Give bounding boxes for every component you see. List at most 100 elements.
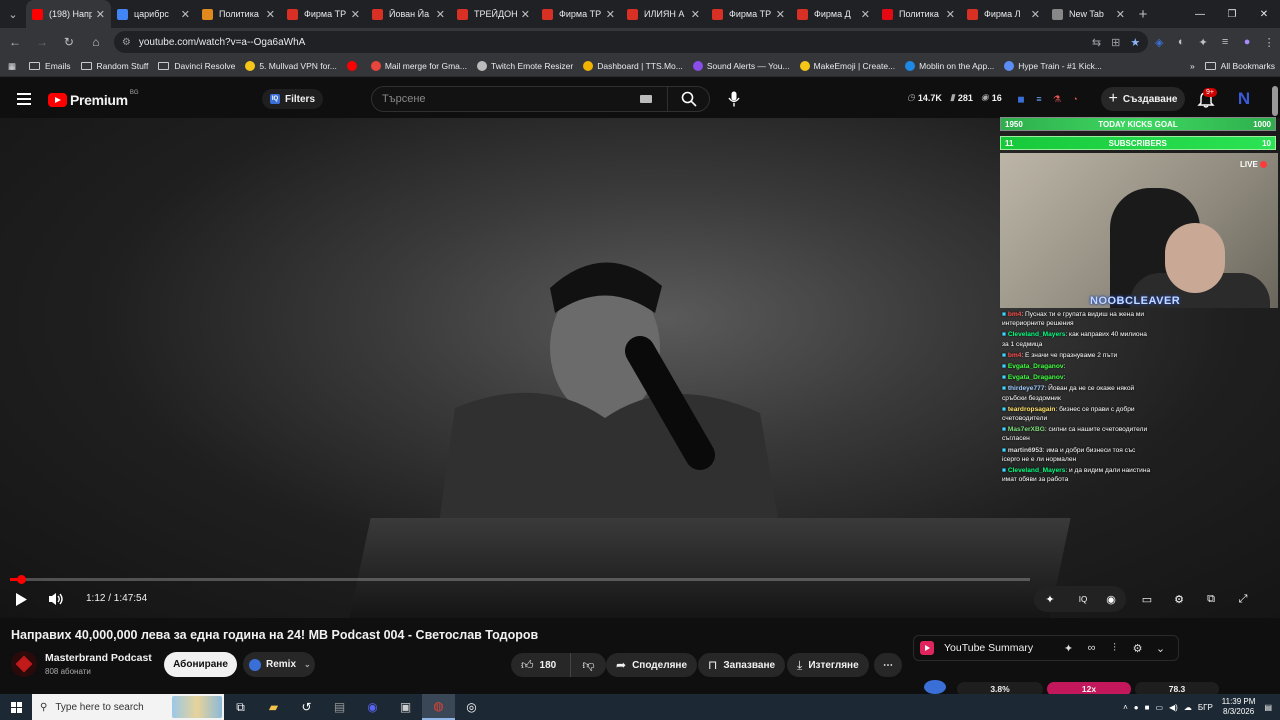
glasses-icon[interactable]: ∞ [1080,642,1103,655]
tab-search-button[interactable]: ⌄ [0,0,26,28]
clock[interactable]: 11:39 PM 8/3/2026 [1222,697,1256,717]
browser-tab[interactable]: Йован Йа ✕ [366,0,451,28]
app-icon[interactable]: ↺ [290,694,323,720]
channel-name[interactable]: Masterbrand Podcast [45,652,152,664]
close-tab-icon[interactable]: ✕ [946,8,955,21]
reload-icon[interactable]: ↻ [57,30,81,54]
forward-icon[interactable]: → [30,30,54,54]
bookmark-item[interactable]: 5. Mullvad VPN for... [240,56,341,77]
bookmark-item[interactable]: Random Stuff [76,56,154,77]
menu-icon[interactable] [17,93,31,105]
channel-avatar[interactable] [11,651,37,677]
search-button[interactable] [667,86,709,112]
home-icon[interactable]: ⌂ [84,30,108,54]
apps-icon[interactable]: ▦ [0,56,24,77]
more-actions-button[interactable]: ⋯ [874,653,902,677]
summary-settings-icon[interactable]: ⚙ [1126,642,1149,655]
close-tab-icon[interactable]: ✕ [521,8,530,21]
iq-badge-icon[interactable] [924,680,946,694]
keyboard-icon[interactable] [640,95,652,103]
browser-tab[interactable]: Фирма Л ✕ [961,0,1046,28]
app-icon[interactable]: ▣ [389,694,422,720]
obs-icon[interactable]: ◎ [455,694,488,720]
save-button[interactable]: ⊓ Запазване [698,653,786,677]
fullscreen-icon[interactable]: ⤢ [1232,589,1254,609]
create-button[interactable]: + Създаване [1101,87,1185,111]
close-tab-icon[interactable]: ✕ [776,8,785,21]
task-view-icon[interactable]: ⧉ [224,694,257,720]
close-window-icon[interactable]: ✕ [1248,0,1280,28]
expand-chevron-icon[interactable]: ⌄ [1149,642,1172,655]
profile-icon[interactable]: ● [1236,30,1258,54]
browser-tab[interactable]: Фирма ТР ✕ [281,0,366,28]
translate-icon[interactable]: ⇆ [1092,36,1101,49]
browser-tab[interactable]: Фирма Д ✕ [791,0,876,28]
remix-button[interactable]: Remix ⌄ [243,652,315,677]
browser-tab[interactable]: Фирма ТР ✕ [536,0,621,28]
onedrive-icon[interactable]: ☁ [1184,703,1192,712]
all-bookmarks[interactable]: All Bookmarks [1200,56,1280,77]
play-icon[interactable] [15,593,28,606]
flask-extension-icon[interactable]: ⚗ [1048,90,1066,108]
tray-app-icon[interactable]: ■ [1145,703,1150,712]
youtube-premium-logo[interactable]: Premium BG [48,90,138,108]
like-button[interactable]: 👍︎ 180 [511,653,571,677]
language-indicator[interactable]: БГР [1198,703,1213,712]
bookmark-star-icon[interactable]: ★ [1130,36,1140,49]
file-explorer-icon[interactable]: ▰ [257,694,290,720]
start-button[interactable] [0,694,32,720]
extension-icon[interactable]: ◈ [1148,30,1170,54]
browser-tab[interactable]: New Tab ✕ [1046,0,1131,28]
restore-icon[interactable]: ❐ [1216,0,1248,28]
browser-tab[interactable]: (198) Напр ✕ [26,0,111,28]
speaker-icon[interactable]: ◀) [1169,703,1178,712]
chrome-taskbar-icon[interactable]: ◍ [422,694,455,720]
browser-tab[interactable]: Политика ✕ [876,0,961,28]
browser-tab[interactable]: ИЛИЯН А ✕ [621,0,706,28]
close-tab-icon[interactable]: ✕ [691,8,700,21]
volume-icon[interactable] [48,592,64,606]
browser-tab[interactable]: Политика ✕ [196,0,281,28]
iq-extension-icon[interactable]: ◼ [1012,90,1030,108]
list-extension-icon[interactable]: ≡ [1030,90,1048,108]
settings-gear-icon[interactable]: ⚙ [1168,589,1190,609]
share-button[interactable]: ➦ Споделяне [606,653,697,677]
new-tab-button[interactable]: + [1131,0,1155,28]
mic-tray-icon[interactable]: ● [1134,703,1139,712]
reading-list-icon[interactable]: ≡ [1214,30,1236,54]
browser-tab[interactable]: царибрс ✕ [111,0,196,28]
back-icon[interactable]: ← [3,30,27,54]
minimize-icon[interactable]: — [1184,0,1216,28]
bookmark-item[interactable]: Davinci Resolve [153,56,240,77]
waveform-icon[interactable]: ⫶ [1103,642,1126,655]
bookmarks-overflow-icon[interactable]: » [1185,56,1200,77]
bookmark-item[interactable]: Hype Train - #1 Kick... [999,56,1107,77]
sparkle-icon[interactable]: ✦ [1039,589,1061,609]
discord-icon[interactable]: ◉ [356,694,389,720]
ai-sparkle-icon[interactable]: ✦ [1057,642,1080,655]
network-icon[interactable]: ▭ [1155,703,1163,712]
close-tab-icon[interactable]: ✕ [96,8,105,21]
progress-bar[interactable] [10,575,1030,584]
bookmark-item[interactable]: Twitch Emote Resizer [472,56,578,77]
bookmark-item[interactable]: Mail merge for Gma... [366,56,472,77]
extensions-puzzle-icon[interactable]: ✦ [1192,30,1214,54]
close-tab-icon[interactable]: ✕ [181,8,190,21]
app-icon[interactable]: ▤ [323,694,356,720]
install-icon[interactable]: ⊞ [1111,36,1120,49]
alert-extension-icon[interactable]: ◔ [1066,90,1084,108]
close-tab-icon[interactable]: ✕ [606,8,615,21]
close-tab-icon[interactable]: ✕ [266,8,275,21]
extension-icon[interactable]: ◐ [1170,30,1192,54]
youtube-summary-panel[interactable]: YouTube Summary ✦ ∞ ⫶ ⚙ ⌄ [913,635,1179,661]
miniplayer-icon[interactable]: ⧉ [1200,589,1222,609]
close-tab-icon[interactable]: ✕ [436,8,445,21]
taskbar-search[interactable]: ⚲ Type here to search [32,694,224,720]
close-tab-icon[interactable]: ✕ [861,8,870,21]
close-tab-icon[interactable]: ✕ [1031,8,1040,21]
bookmark-item[interactable]: Sound Alerts — You... [688,56,795,77]
omnibox[interactable]: ⚙ youtube.com/watch?v=a--Oga6aWhA ⇆ ⊞ ★ [113,31,1149,53]
subscribe-button[interactable]: Абониране [164,652,237,677]
taskbar-search-input[interactable]: Type here to search [55,702,143,713]
subtitles-icon[interactable]: ▭ [1136,589,1158,609]
